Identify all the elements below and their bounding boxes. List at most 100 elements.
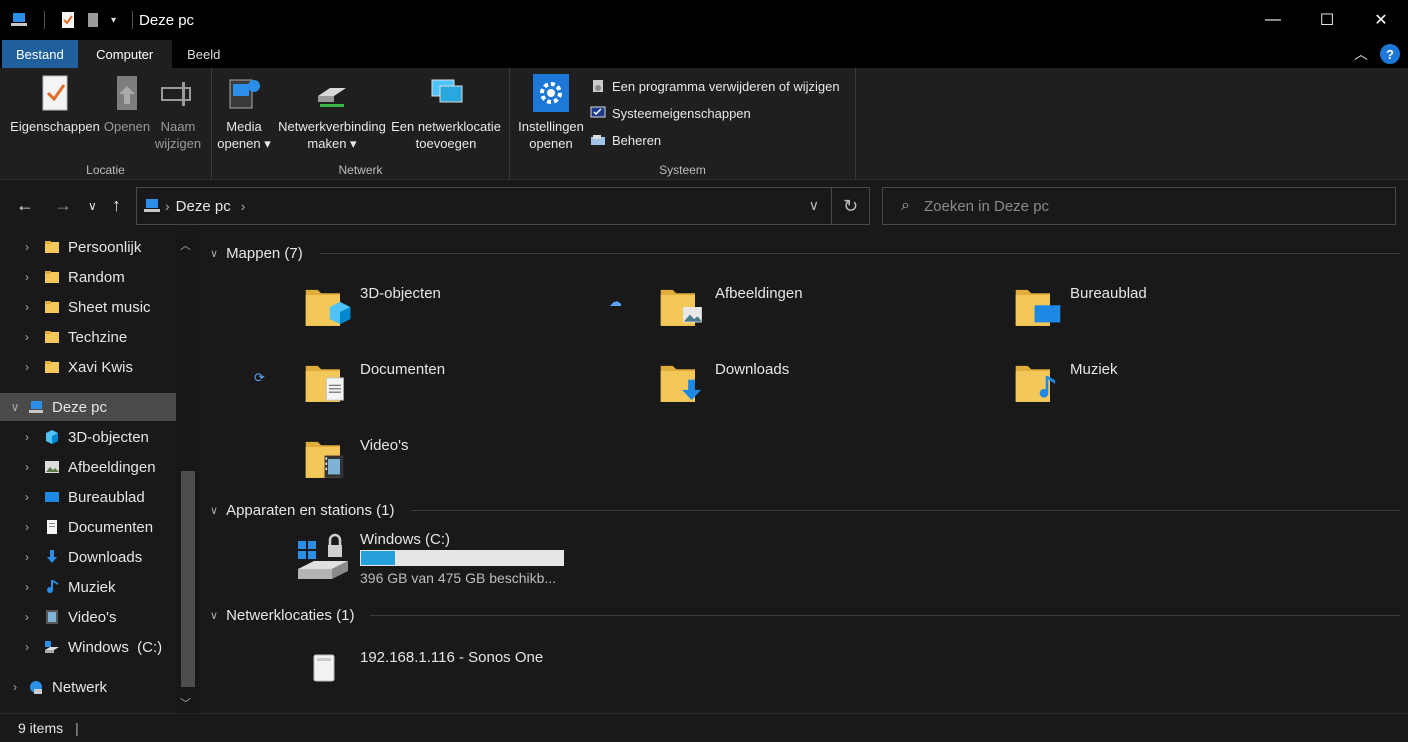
- nav-item-persoonlijk[interactable]: › Persoonlijk: [0, 233, 176, 261]
- document-folder-icon: [305, 365, 344, 402]
- chevron-right-icon[interactable]: ›: [20, 360, 34, 374]
- properties-icon[interactable]: [59, 11, 77, 29]
- section-header-netwerk[interactable]: ∨ Netwerklocaties (1): [210, 607, 1400, 624]
- picture-folder-icon: [660, 289, 702, 326]
- computer-icon[interactable]: [10, 11, 28, 29]
- folder-item[interactable]: Muziek: [1014, 355, 1118, 411]
- group-label: Netwerk: [338, 163, 383, 177]
- open-media-button[interactable]: Media openen ▾: [212, 74, 276, 152]
- divider: [132, 11, 134, 29]
- nav-item-label: Muziek: [68, 578, 116, 596]
- divider: [318, 253, 1400, 254]
- group-label: Locatie: [86, 163, 125, 177]
- collapse-ribbon-icon[interactable]: ︿: [1354, 44, 1368, 64]
- nav-item-documenten[interactable]: › Documenten: [0, 513, 176, 541]
- nav-item-windows-c[interactable]: › Windows (C:): [0, 633, 176, 661]
- folder-name: Muziek: [1070, 361, 1118, 378]
- new-folder-icon[interactable]: [85, 11, 103, 29]
- chevron-down-icon[interactable]: ∨: [8, 400, 22, 414]
- search-input[interactable]: [923, 197, 1364, 215]
- add-network-location-button[interactable]: Een netwerklocatie toevoegen: [388, 74, 504, 152]
- chevron-right-icon[interactable]: ›: [20, 520, 34, 534]
- music-icon: [47, 580, 58, 594]
- nav-item-3d-objecten[interactable]: › 3D-objecten: [0, 423, 176, 451]
- nav-item-label: Windows (C:): [68, 638, 163, 656]
- rename-button[interactable]: Naam wijzigen: [150, 74, 206, 152]
- help-icon[interactable]: ?: [1380, 44, 1400, 64]
- nav-item-xavi-kwis[interactable]: › Xavi Kwis: [0, 353, 176, 381]
- maximize-button[interactable]: ☐: [1300, 0, 1354, 40]
- nav-item-netwerk[interactable]: › Netwerk: [0, 673, 176, 701]
- nav-item-label: Downloads: [68, 548, 143, 566]
- refresh-button[interactable]: ↻: [831, 188, 869, 224]
- scroll-up-icon[interactable]: ︿: [180, 237, 191, 253]
- scroll-down-icon[interactable]: ﹀: [180, 695, 191, 711]
- close-button[interactable]: ✕: [1354, 0, 1408, 40]
- map-network-drive-button[interactable]: Netwerkverbinding maken ▾: [274, 74, 390, 152]
- breadcrumb[interactable]: Deze pc: [176, 198, 231, 215]
- chevron-right-icon[interactable]: ›: [20, 300, 34, 314]
- breadcrumb-chevron-icon[interactable]: ›: [241, 198, 246, 214]
- forward-button[interactable]: →: [54, 195, 72, 216]
- chevron-right-icon[interactable]: ›: [20, 330, 34, 344]
- chevron-right-icon[interactable]: ›: [20, 550, 34, 564]
- nav-item-afbeeldingen[interactable]: › Afbeeldingen: [0, 453, 176, 481]
- section-header-mappen[interactable]: ∨ Mappen (7): [210, 245, 1400, 262]
- manage-button[interactable]: Beheren: [590, 132, 661, 148]
- desktop-folder-icon: [1015, 289, 1061, 326]
- drive-details: Windows (C:) 396 GB van 475 GB beschikb.…: [360, 531, 564, 587]
- uninstall-program-button[interactable]: Een programma verwijderen of wijzigen: [590, 78, 840, 94]
- nav-item-random[interactable]: › Random: [0, 263, 176, 291]
- computer-icon: [144, 199, 160, 212]
- search-box[interactable]: ⌕: [882, 187, 1396, 225]
- tab-beeld[interactable]: Beeld: [172, 40, 236, 68]
- folder-item[interactable]: Documenten: [304, 355, 445, 411]
- open-button[interactable]: Openen: [100, 74, 154, 135]
- scroll-thumb[interactable]: [181, 471, 195, 687]
- folder-item[interactable]: Downloads: [659, 355, 789, 411]
- tab-bestand[interactable]: Bestand: [2, 40, 78, 68]
- recent-locations-button[interactable]: ∨: [88, 199, 97, 213]
- chevron-right-icon[interactable]: ›: [20, 430, 34, 444]
- nav-item-label: Documenten: [68, 518, 154, 536]
- nav-item-video-s[interactable]: › Video's: [0, 603, 176, 631]
- open-settings-button[interactable]: Instellingen openen: [512, 74, 590, 152]
- nav-item-downloads[interactable]: › Downloads: [0, 543, 176, 571]
- network-location-item[interactable]: 192.168.1.116 - Sonos One: [304, 649, 543, 689]
- system-properties-button[interactable]: Systeemeigenschappen: [590, 105, 751, 121]
- nav-item-bureaublad[interactable]: › Bureaublad: [0, 483, 176, 511]
- drive-item[interactable]: Windows (C:) 396 GB van 475 GB beschikb.…: [296, 531, 564, 587]
- address-history-dropdown[interactable]: ∨: [809, 197, 819, 214]
- nav-item-muziek[interactable]: › Muziek: [0, 573, 176, 601]
- music-folder-icon: [1015, 365, 1056, 402]
- chevron-right-icon[interactable]: ›: [20, 240, 34, 254]
- chevron-right-icon[interactable]: ›: [8, 680, 22, 694]
- breadcrumb-chevron-icon[interactable]: ›: [165, 198, 170, 214]
- chevron-right-icon[interactable]: ›: [20, 270, 34, 284]
- scrollbar[interactable]: ︿ ﹀: [176, 231, 198, 713]
- chevron-right-icon[interactable]: ›: [20, 580, 34, 594]
- chevron-right-icon[interactable]: ›: [20, 490, 34, 504]
- folder-item[interactable]: Bureaublad: [1014, 279, 1147, 335]
- minimize-button[interactable]: —: [1246, 0, 1300, 40]
- chevron-right-icon[interactable]: ›: [20, 460, 34, 474]
- tab-computer[interactable]: Computer: [77, 40, 172, 68]
- nav-item-sheet-music[interactable]: › Sheet music: [0, 293, 176, 321]
- nav-item-techzine[interactable]: › Techzine: [0, 323, 176, 351]
- media-icon: [229, 79, 260, 109]
- chevron-right-icon[interactable]: ›: [20, 610, 34, 624]
- back-button[interactable]: ←: [16, 195, 34, 216]
- folder-icon: [45, 331, 59, 343]
- folder-item[interactable]: Video's: [304, 431, 408, 487]
- properties-button[interactable]: Eigenschappen: [8, 74, 102, 135]
- customize-toolbar-icon[interactable]: ▾: [111, 15, 116, 26]
- folder-item[interactable]: Afbeeldingen: [659, 279, 803, 335]
- ribbon-tabs: Bestand Computer Beeld ︿ ?: [0, 40, 1408, 68]
- ribbon: Eigenschappen Openen Naam wijzigen Locat…: [0, 68, 1408, 180]
- nav-item-deze-pc[interactable]: ∨ Deze pc: [0, 393, 176, 421]
- address-bar[interactable]: › Deze pc › ∨ ↻: [136, 187, 870, 225]
- section-header-apparaten[interactable]: ∨ Apparaten en stations (1): [210, 502, 1400, 519]
- chevron-right-icon[interactable]: ›: [20, 640, 34, 654]
- up-button[interactable]: ↑: [112, 195, 121, 216]
- folder-item[interactable]: 3D-objecten: [304, 279, 441, 335]
